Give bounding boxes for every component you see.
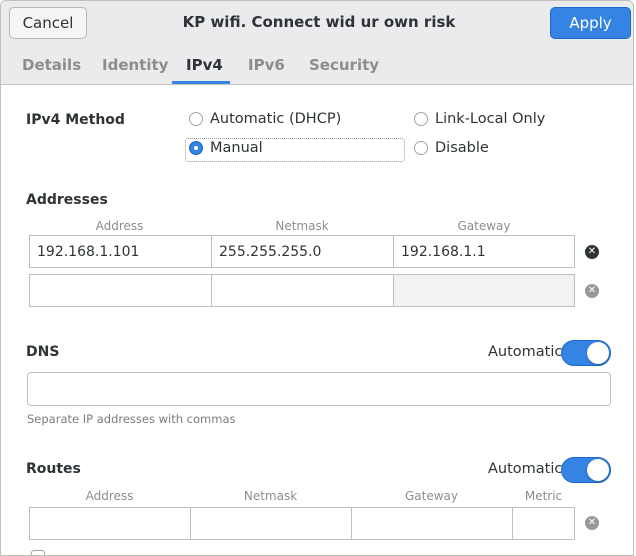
tab-security[interactable]: Security: [309, 56, 379, 74]
column-header-metric: Metric: [524, 489, 563, 503]
netmask-field[interactable]: 255.255.255.0: [211, 235, 394, 268]
gateway-field-empty[interactable]: [393, 274, 575, 307]
route-metric-field[interactable]: [512, 507, 575, 540]
switch-knob: [587, 342, 609, 364]
dns-automatic-label: Automatic: [488, 344, 563, 360]
active-tab-indicator: [172, 81, 230, 84]
remove-route-icon[interactable]: ✕: [585, 516, 599, 530]
radio-indicator-checked: [189, 141, 203, 155]
column-header-netmask: Netmask: [275, 219, 329, 233]
radio-indicator: [189, 112, 203, 126]
radio-indicator: [414, 141, 428, 155]
radio-label: Disable: [435, 140, 489, 156]
apply-button[interactable]: Apply: [550, 7, 631, 39]
routes-label: Routes: [26, 461, 81, 477]
dns-hint: Separate IP addresses with commas: [27, 412, 236, 426]
route-netmask-field[interactable]: [190, 507, 352, 540]
dns-automatic-switch[interactable]: [561, 340, 611, 366]
netmask-field-empty[interactable]: [211, 274, 394, 307]
dns-label: DNS: [26, 344, 60, 360]
ipv4-method-label: IPv4 Method: [26, 112, 125, 128]
radio-manual[interactable]: Manual: [189, 140, 263, 156]
address-field[interactable]: 192.168.1.101: [29, 235, 212, 268]
remove-address-icon[interactable]: ✕: [585, 245, 599, 259]
cancel-button[interactable]: Cancel: [9, 7, 87, 39]
radio-label: Manual: [210, 140, 263, 156]
routes-checkbox[interactable]: [31, 550, 45, 555]
switch-knob: [587, 459, 609, 481]
column-header-address: Address: [95, 219, 144, 233]
tab-bar: Details Identity IPv4 IPv6 Security: [1, 47, 633, 85]
radio-label: Link-Local Only: [435, 111, 546, 127]
radio-link-local-only[interactable]: Link-Local Only: [414, 111, 545, 127]
radio-disable[interactable]: Disable: [414, 140, 489, 156]
column-header-gateway: Gateway: [404, 489, 458, 503]
remove-address-icon[interactable]: ✕: [585, 284, 599, 298]
column-header-address: Address: [85, 489, 134, 503]
tab-ipv6[interactable]: IPv6: [248, 56, 285, 74]
addresses-label: Addresses: [26, 192, 108, 208]
header-bar: Cancel KP wifi. Connect wid ur own risk …: [1, 1, 633, 47]
gateway-field[interactable]: 192.168.1.1: [393, 235, 575, 268]
tab-details[interactable]: Details: [22, 56, 81, 74]
dns-servers-input[interactable]: [27, 372, 611, 406]
address-field-empty[interactable]: [29, 274, 212, 307]
radio-indicator: [414, 112, 428, 126]
routes-automatic-switch[interactable]: [561, 457, 611, 483]
column-header-gateway: Gateway: [457, 219, 511, 233]
dialog-title: KP wifi. Connect wid ur own risk: [182, 13, 456, 31]
tab-ipv4[interactable]: IPv4: [186, 56, 223, 74]
network-settings-dialog: Cancel KP wifi. Connect wid ur own risk …: [0, 0, 634, 556]
radio-label: Automatic (DHCP): [210, 111, 342, 127]
radio-automatic-dhcp[interactable]: Automatic (DHCP): [189, 111, 341, 127]
tab-identity[interactable]: Identity: [102, 56, 168, 74]
column-header-netmask: Netmask: [243, 489, 298, 503]
route-gateway-field[interactable]: [351, 507, 513, 540]
route-address-field[interactable]: [29, 507, 191, 540]
routes-automatic-label: Automatic: [488, 461, 563, 477]
